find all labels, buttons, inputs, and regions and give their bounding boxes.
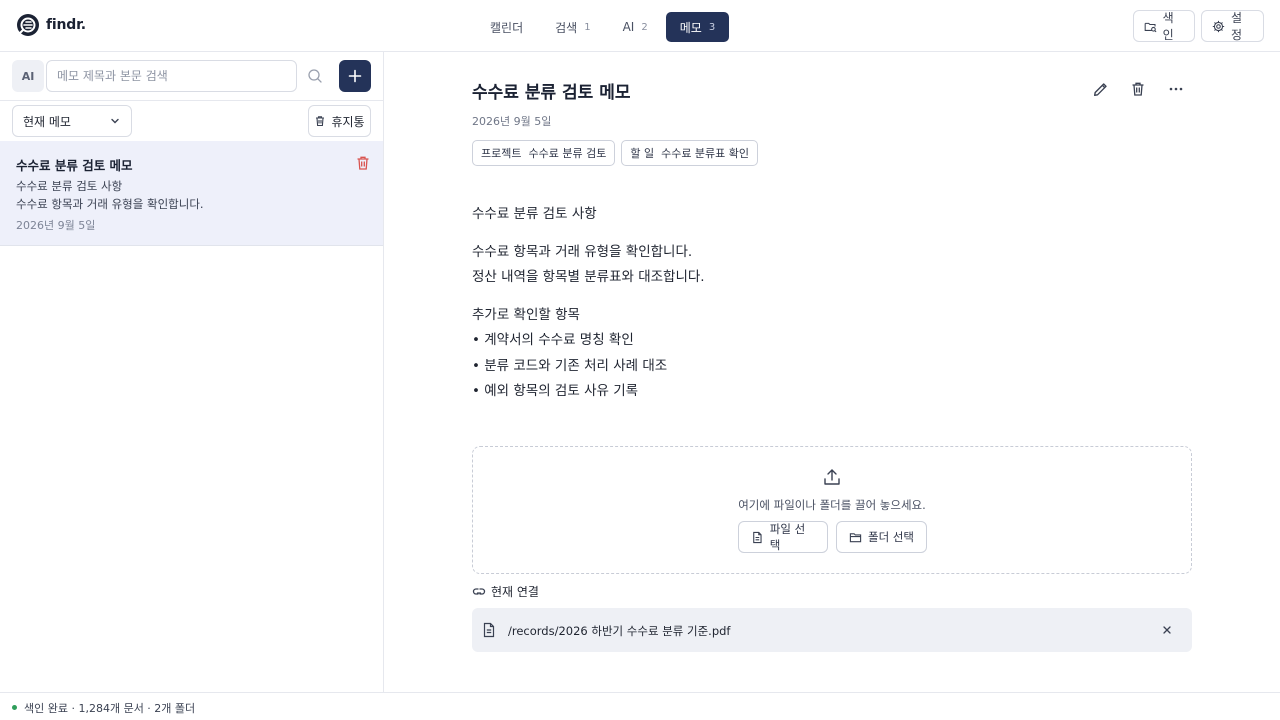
plus-icon [348,69,362,83]
memo-item-preview: 수수료 분류 검토 사항 [16,179,123,193]
connections-heading: 현재 연결 [472,583,539,600]
select-folder-button[interactable]: 폴더 선택 [836,521,927,553]
tab-label: 캘린더 [490,20,524,35]
filter-value: 현재 메모 [23,114,71,129]
delete-memo-icon[interactable] [355,155,371,171]
trash-icon [1132,82,1144,96]
memo-body-bullet: • 분류 코드와 기존 처리 사례 대조 [472,358,668,374]
connected-file-path: /records/2026 하반기 수수료 분류 기준.pdf [508,624,731,638]
app-logo[interactable]: findr. [16,13,86,37]
memo-sidebar: AI 현재 메모 휴지통 수수료 분류 검토 메모 수수료 분류 검토 사항 수… [0,52,384,692]
select-file-label: 파일 선택 [769,522,806,552]
tab-calendar[interactable]: 캘린더 [476,12,537,42]
select-file-button[interactable]: 파일 선택 [738,521,828,553]
memo-item-date: 2026년 9월 5일 [16,219,96,232]
app-name: findr. [46,17,86,33]
edit-button[interactable] [1089,78,1111,100]
link-icon [472,587,486,595]
tab-ai[interactable]: AI 2 [609,12,662,42]
tab-count: 1 [584,21,591,33]
memo-tags: 프로젝트 수수료 분류 검토 할 일 수수료 분류표 확인 [472,140,759,166]
folder-index-icon [1144,22,1157,32]
tag-value: 수수료 분류표 확인 [661,147,750,160]
more-options-button[interactable] [1165,78,1187,100]
memo-body-line: 수수료 항목과 거래 유형을 확인합니다. [472,244,693,260]
dropzone-hint: 여기에 파일이나 폴더를 끌어 놓으세요. [738,498,926,512]
search-icon [308,69,322,83]
select-folder-label: 폴더 선택 [868,530,914,544]
file-dropzone[interactable]: 여기에 파일이나 폴더를 끌어 놓으세요. 파일 선택 폴더 선택 [472,446,1192,574]
pencil-icon [1093,82,1107,96]
gear-icon [1212,20,1225,32]
index-button[interactable]: 색인 [1133,10,1195,42]
ai-search-toggle[interactable]: AI [12,60,44,92]
delete-button[interactable] [1127,78,1149,100]
tag-todo[interactable]: 할 일 수수료 분류표 확인 [621,140,759,166]
add-memo-button[interactable] [339,60,371,92]
status-bar: 색인 완료 · 1,284개 문서 · 2개 폴더 [0,692,1280,720]
findr-logo-icon [17,14,39,36]
tab-count: 3 [708,21,716,33]
settings-button[interactable]: 설정 [1201,10,1264,42]
tag-key: 프로젝트 [481,147,522,160]
memo-body-bullet: • 계약서의 수수료 명칭 확인 [472,332,634,348]
memo-filter-select[interactable]: 현재 메모 [12,105,132,137]
memo-title: 수수료 분류 검토 메모 [472,83,631,103]
status-indicator [12,705,17,710]
memo-search-input[interactable] [46,60,297,92]
tab-count: 2 [641,21,648,33]
memo-list-item[interactable]: 수수료 분류 검토 메모 수수료 분류 검토 사항 수수료 항목과 거래 유형을… [0,141,383,246]
settings-label: 설정 [1230,11,1243,42]
memo-item-preview: 수수료 항목과 거래 유형을 확인합니다. [16,197,204,211]
tag-key: 할 일 [630,147,655,160]
main-nav: 캘린더 검색 1 AI 2 메모 3 [476,12,730,42]
tab-search[interactable]: 검색 1 [541,12,604,42]
memo-body-line: 수수료 분류 검토 사항 [472,206,597,222]
connections-title: 현재 연결 [491,585,539,599]
ellipsis-icon [1169,87,1183,91]
folder-icon [849,532,862,542]
tag-project[interactable]: 프로젝트 수수료 분류 검토 [472,140,616,166]
tab-label: 메모 [679,20,702,35]
memo-body-line: 추가로 확인할 항목 [472,307,580,323]
tab-label: 검색 [555,20,578,35]
file-icon [753,531,762,543]
memo-date: 2026년 9월 5일 [472,115,552,128]
search-button[interactable] [303,64,327,88]
memo-body-line: 정산 내역을 항목별 분류표와 대조합니다. [472,269,705,285]
status-text: 색인 완료 · 1,284개 문서 · 2개 폴더 [24,702,196,715]
connected-file[interactable]: /records/2026 하반기 수수료 분류 기준.pdf [472,608,1192,652]
divider [0,100,383,101]
trash-button[interactable]: 휴지통 [308,105,371,137]
document-icon [483,622,495,638]
memo-body-bullet: • 예외 항목의 검토 사유 기록 [472,383,639,399]
tag-value: 수수료 분류 검토 [528,147,607,160]
tab-label: AI [622,20,635,34]
trash-icon [316,116,325,127]
memo-item-title: 수수료 분류 검토 메모 [16,158,133,173]
tab-memo[interactable]: 메모 3 [665,12,730,42]
top-header: findr. 캘린더 검색 1 AI 2 메모 3 색인 설정 [0,0,1280,52]
trash-label: 휴지통 [331,114,365,129]
chevron-down-icon [111,118,119,124]
upload-icon [824,469,840,485]
index-label: 색인 [1162,11,1174,42]
close-icon[interactable] [1160,623,1174,637]
